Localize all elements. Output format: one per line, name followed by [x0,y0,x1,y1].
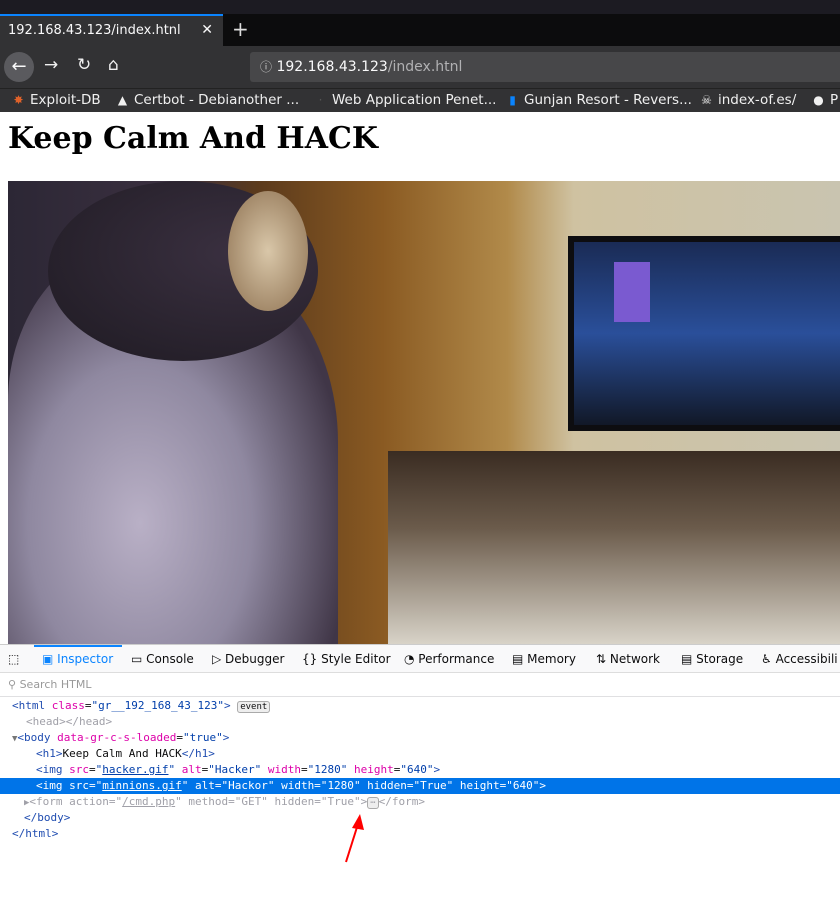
element-picker-icon[interactable]: ⬚ [8,652,19,666]
nav-bar: ← → ↻ ⌂ ⓘ 192.168.43.123/index.htnl [0,46,840,88]
page-icon: · [318,93,323,107]
red-arrow-annotation [345,814,364,863]
url-bar[interactable]: ⓘ 192.168.43.123/index.htnl [250,52,840,82]
tab-network[interactable]: ⇅ Network [596,652,660,666]
bookmark-certbot[interactable]: ▲ Certbot - Debianother ... [116,92,299,108]
url-path: /index.htnl [387,59,463,75]
penguin-icon: ▲ [117,93,128,107]
info-icon[interactable]: ⓘ [260,60,272,74]
image-desk [388,451,840,644]
tab-console[interactable]: ▭ Console [131,652,194,666]
tab-accessibility[interactable]: ♿ Accessibili [761,652,838,666]
node-form[interactable]: ▶<form action="/cmd.php" method="GET" hi… [0,794,840,810]
tab-style-editor[interactable]: {} Style Editor [302,652,391,666]
browser-tab[interactable]: 192.168.43.123/index.htnl ✕ [0,14,223,46]
tab-storage[interactable]: ▤ Storage [681,652,743,666]
active-tab-indicator [34,645,122,647]
search-icon: ⚲ [8,678,17,691]
bug-icon: ✸ [13,93,24,107]
hacker-image [8,181,840,644]
tab-title: 192.168.43.123/index.htnl [8,23,181,38]
node-img-hacker[interactable]: <img src="hacker.gif" alt="Hacker" width… [0,762,840,778]
home-icon[interactable]: ⌂ [108,55,119,75]
node-h1[interactable]: <h1>Keep Calm And HACK</h1> [0,746,840,762]
page-heading: Keep Calm And HACK [8,121,378,156]
close-tab-icon[interactable]: ✕ [201,22,213,38]
node-head[interactable]: <head></head> [0,714,840,730]
node-html[interactable]: <html class="gr__192_168_43_123"> event [0,698,840,714]
event-badge[interactable]: event [237,701,271,713]
back-arrow-icon[interactable]: ← [4,52,34,82]
node-img-minnions-selected[interactable]: <img src="minnions.gif" alt="Hackor" wid… [0,778,840,794]
markup-tree: <html class="gr__192_168_43_123"> event … [0,698,840,842]
bookmark-index-of[interactable]: ☠ index-of.es/ [700,92,796,108]
search-html-input[interactable]: ⚲ Search HTML [0,674,840,697]
bars-icon: ▮ [509,93,516,107]
image-face [228,191,308,311]
tab-inspector[interactable]: ▣ Inspector [42,652,113,666]
devtools-toolbar: ⬚ ▣ Inspector ▭ Console ▷ Debugger {} St… [0,644,840,673]
bookmark-exploit-db[interactable]: ✸ Exploit-DB [12,92,100,108]
skull-icon: ☠ [701,93,712,107]
bookmark-gunjan[interactable]: ▮ Gunjan Resort - Revers... [506,92,692,108]
node-body[interactable]: ▼<body data-gr-c-s-loaded="true"> [0,730,840,746]
github-icon: ● [813,93,824,107]
ellipsis-badge[interactable]: ⋯ [367,797,379,809]
bookmark-github[interactable]: ● P [812,92,838,108]
reload-icon[interactable]: ↻ [77,55,91,75]
bookmark-web-app[interactable]: · Web Application Penet... [314,92,497,108]
desktop-strip [0,0,840,14]
image-monitor [568,236,840,431]
tab-bar: 192.168.43.123/index.htnl ✕ + [0,14,840,46]
node-html-close: </html> [12,827,59,840]
tab-performance[interactable]: ◔ Performance [404,652,494,666]
tab-debugger[interactable]: ▷ Debugger [212,652,284,666]
bookmarks-bar: ✸ Exploit-DB ▲ Certbot - Debianother ... ·… [0,88,840,112]
collapse-triangle-icon[interactable]: ▶ [24,798,29,808]
node-body-close: </body> [24,811,71,824]
tab-memory[interactable]: ▤ Memory [512,652,576,666]
forward-arrow-icon[interactable]: → [44,55,58,75]
new-tab-icon[interactable]: + [232,17,249,41]
url-host: 192.168.43.123 [276,59,388,75]
